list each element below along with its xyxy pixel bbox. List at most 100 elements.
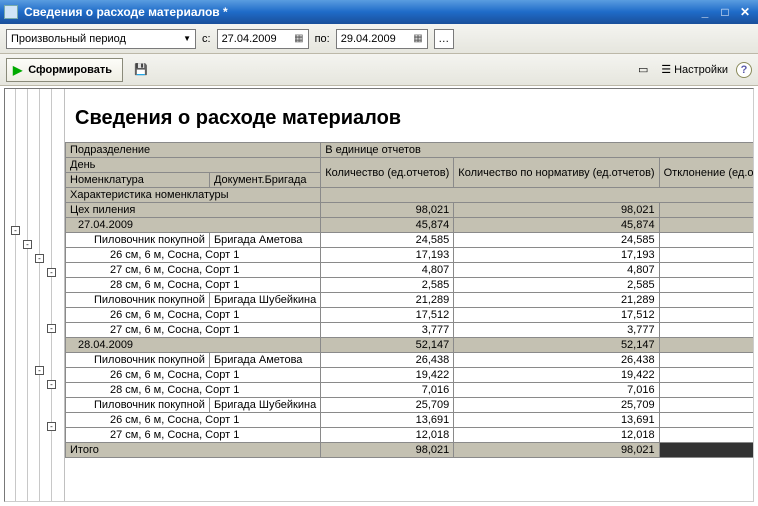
collapse-node[interactable]: - [11,226,20,235]
row-qty: 26,438 [321,353,454,368]
save-icon[interactable]: 💾 [131,60,151,80]
minimize-button[interactable]: _ [696,4,714,20]
label-from: с: [202,33,211,45]
date-to-input[interactable]: 29.04.2009 ▦ [336,29,428,49]
maximize-button[interactable]: □ [716,4,734,20]
row-label: Цех пиления [66,203,321,218]
total-dev[interactable] [659,443,753,458]
collapse-node[interactable]: - [47,268,56,277]
row-dev [659,233,753,248]
collapse-node[interactable]: - [35,366,44,375]
table-row[interactable]: 26 см, 6 м, Сосна, Сорт 119,42219,422 [66,368,754,383]
row-qty: 2,585 [321,278,454,293]
row-qty: 3,777 [321,323,454,338]
row-norm: 24,585 [454,233,659,248]
row-label: Пиловочник покупной [66,233,210,248]
date-from-input[interactable]: 27.04.2009 ▦ [217,29,309,49]
table-row[interactable]: Цех пиления98,02198,021 [66,203,754,218]
row-dev [659,338,753,353]
row-dev [659,398,753,413]
col-day: День [66,158,321,173]
table-row[interactable]: 27 см, 6 м, Сосна, Сорт 14,8074,807 [66,263,754,278]
table-row[interactable]: 28.04.200952,14752,147 [66,338,754,353]
row-dev [659,323,753,338]
row-norm: 25,709 [454,398,659,413]
row-dev [659,293,753,308]
row-dev [659,218,753,233]
window-title: Сведения о расходе материалов * [24,5,694,19]
row-qty: 17,512 [321,308,454,323]
row-norm: 12,018 [454,428,659,443]
row-norm: 26,438 [454,353,659,368]
row-norm: 4,807 [454,263,659,278]
settings-icon: ☰ [661,63,671,76]
row-dev [659,383,753,398]
total-norm: 98,021 [454,443,659,458]
row-label: 27 см, 6 м, Сосна, Сорт 1 [66,428,321,443]
col-qty: Количество (ед.отчетов) [321,158,454,188]
window-titlebar: Сведения о расходе материалов * _ □ ✕ [0,0,758,24]
row-dev [659,413,753,428]
row-norm: 2,585 [454,278,659,293]
form-button-label: Сформировать [28,64,112,76]
row-norm: 98,021 [454,203,659,218]
row-label: 27.04.2009 [66,218,321,233]
collapse-node[interactable]: - [47,324,56,333]
table-row[interactable]: 28 см, 6 м, Сосна, Сорт 17,0167,016 [66,383,754,398]
collapse-node[interactable]: - [23,240,32,249]
table-row[interactable]: 27 см, 6 м, Сосна, Сорт 13,7773,777 [66,323,754,338]
report-document: Сведения о расходе материалов Подразделе… [65,89,753,501]
row-qty: 52,147 [321,338,454,353]
row-qty: 98,021 [321,203,454,218]
row-brigade: Бригада Аметова [209,233,320,248]
period-ellipsis-button[interactable]: … [434,29,454,49]
form-button[interactable]: ▶ Сформировать [6,58,123,82]
row-norm: 52,147 [454,338,659,353]
col-qty-norm: Количество по нормативу (ед.отчетов) [454,158,659,188]
row-label: Пиловочник покупной [66,353,210,368]
table-row[interactable]: 27 см, 6 м, Сосна, Сорт 112,01812,018 [66,428,754,443]
close-button[interactable]: ✕ [736,4,754,20]
table-row[interactable]: Пиловочник покупнойБригада Аметова26,438… [66,353,754,368]
row-label: Пиловочник покупной [66,398,210,413]
settings-link[interactable]: ☰ Настройки [661,63,728,76]
row-qty: 13,691 [321,413,454,428]
action-toolbar: ▶ Сформировать 💾 ▭ ☰ Настройки ? [0,54,758,86]
label-to: по: [315,33,330,45]
calendar-icon[interactable]: ▦ [413,33,422,44]
play-icon: ▶ [13,63,22,77]
date-from-value: 27.04.2009 [222,33,277,45]
collapse-node[interactable]: - [47,380,56,389]
period-select[interactable]: Произвольный период ▼ [6,29,196,49]
table-row[interactable]: 26 см, 6 м, Сосна, Сорт 117,51217,512 [66,308,754,323]
row-norm: 19,422 [454,368,659,383]
period-select-value: Произвольный период [11,33,126,45]
restore-panel-icon[interactable]: ▭ [633,60,653,80]
col-nomenclature: Номенклатура [66,173,210,188]
table-row[interactable]: Пиловочник покупнойБригада Шубейкина25,7… [66,398,754,413]
report-table: Подразделение В единице отчетов День Кол… [65,142,753,458]
report-area: - - - - - - - - Сведения о расходе матер… [4,88,754,502]
calendar-icon[interactable]: ▦ [294,33,303,44]
collapse-node[interactable]: - [47,422,56,431]
col-blank [321,188,753,203]
row-qty: 17,193 [321,248,454,263]
col-characteristic: Характеристика номенклатуры [66,188,321,203]
row-norm: 13,691 [454,413,659,428]
row-qty: 45,874 [321,218,454,233]
table-row[interactable]: Пиловочник покупнойБригада Аметова 24,585… [66,233,754,248]
table-row[interactable]: 28 см, 6 м, Сосна, Сорт 12,5852,585 [66,278,754,293]
row-dev [659,368,753,383]
table-row[interactable]: 26 см, 6 м, Сосна, Сорт 117,19317,193 [66,248,754,263]
table-row[interactable]: 26 см, 6 м, Сосна, Сорт 113,69113,691 [66,413,754,428]
row-qty: 19,422 [321,368,454,383]
app-icon [4,5,18,19]
table-row[interactable]: Пиловочник покупнойБригада Шубейкина21,2… [66,293,754,308]
collapse-node[interactable]: - [35,254,44,263]
date-to-value: 29.04.2009 [341,33,396,45]
row-label: Пиловочник покупной [66,293,210,308]
table-row[interactable]: 27.04.200945,87445,874 [66,218,754,233]
row-norm: 7,016 [454,383,659,398]
help-button[interactable]: ? [736,62,752,78]
row-dev [659,263,753,278]
